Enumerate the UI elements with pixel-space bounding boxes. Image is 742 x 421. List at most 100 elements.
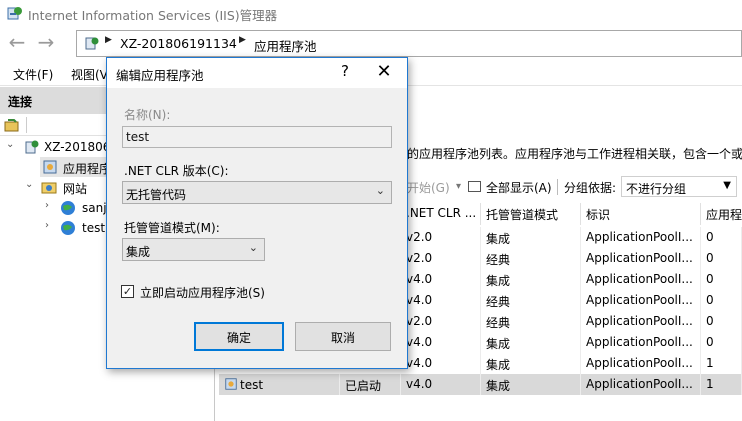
dropdown-arrow-icon: ▼ — [723, 180, 731, 191]
breadcrumb-separator-icon: ▶ — [239, 35, 246, 45]
cell-apps: 0 — [701, 290, 742, 311]
cell-identity: ApplicationPoolI... — [581, 374, 701, 395]
app-pool-icon — [225, 378, 237, 390]
server-icon — [25, 140, 39, 154]
cell-apps: 1 — [701, 353, 742, 374]
menu-file[interactable]: 文件(F) — [13, 66, 53, 83]
tree-label-sites: 网站 — [63, 182, 88, 196]
help-icon[interactable]: ? — [335, 62, 355, 80]
menu-view[interactable]: 视图(V — [71, 66, 108, 83]
cell-apps: 0 — [701, 311, 742, 332]
cell-mode: 集成 — [481, 353, 581, 374]
cell-identity: ApplicationPoolI... — [581, 332, 701, 353]
cell-mode: 经典 — [481, 311, 581, 332]
go-dropdown-icon[interactable]: ▾ — [456, 181, 461, 192]
app-pool-icon — [43, 160, 57, 174]
forward-arrow-icon[interactable]: → — [34, 31, 58, 55]
cell-identity: ApplicationPoolI... — [581, 311, 701, 332]
cell-clr: v4.0 — [401, 269, 481, 290]
cell-clr: v4.0 — [401, 290, 481, 311]
sites-folder-icon — [41, 182, 57, 194]
cell-clr: v2.0 — [401, 227, 481, 248]
globe-icon — [61, 221, 75, 235]
collapse-chevron-icon[interactable]: ⌄ — [6, 139, 14, 150]
cancel-button[interactable]: 取消 — [295, 322, 391, 351]
cell-identity: ApplicationPoolI... — [581, 248, 701, 269]
filter-divider — [557, 179, 558, 195]
cell-identity: ApplicationPoolI... — [581, 290, 701, 311]
close-icon[interactable]: ✕ — [372, 61, 396, 83]
cell-apps: 0 — [701, 248, 742, 269]
chevron-down-icon: ⌄ — [375, 184, 385, 197]
column-header-pipeline[interactable]: 托管管道模式 — [481, 203, 581, 225]
cell-clr: v4.0 — [401, 353, 481, 374]
breadcrumb-server[interactable]: XZ-201806191134 — [120, 36, 237, 51]
cell-mode: 集成 — [481, 269, 581, 290]
cell-identity: ApplicationPoolI... — [581, 353, 701, 374]
back-arrow-icon[interactable]: ← — [5, 31, 29, 55]
ok-button[interactable]: 确定 — [194, 322, 284, 351]
cell-clr: v2.0 — [401, 311, 481, 332]
edit-app-pool-dialog: 编辑应用程序池 ? ✕ 名称(N): test .NET CLR 版本(C): … — [106, 57, 408, 369]
cell-clr: v2.0 — [401, 248, 481, 269]
tree-label-app-pools: 应用程序 — [63, 162, 112, 176]
start-immediately-checkbox[interactable]: ✓ — [121, 285, 134, 298]
clr-version-label: .NET CLR 版本(C): — [124, 164, 229, 178]
cell-mode: 集成 — [481, 332, 581, 353]
start-immediately-label[interactable]: 立即启动应用程序池(S) — [140, 284, 265, 301]
filter-bar: 开始(G) ▾ 全部显示(A) 分组依据: 不进行分组 ▼ — [395, 175, 742, 199]
column-header-clr[interactable]: .NET CLR ... — [401, 203, 481, 225]
show-all-icon — [468, 181, 481, 192]
table-row[interactable]: test 已启动 v4.0 集成 ApplicationPoolI... 1 — [219, 374, 742, 395]
tree-label-site: sanj — [82, 201, 107, 215]
chevron-down-icon: ⌄ — [248, 241, 258, 254]
window-titlebar: Internet Information Services (IIS)管理器 — [0, 0, 742, 28]
column-header-identity[interactable]: 标识 — [581, 203, 701, 225]
expand-chevron-icon[interactable]: › — [45, 220, 49, 231]
tree-label-site: test — [82, 221, 106, 235]
cell-clr: v4.0 — [401, 374, 481, 395]
collapse-chevron-icon[interactable]: ⌄ — [25, 179, 33, 190]
page-description: 上的应用程序池列表。应用程序池与工作进程相关联，包含一个或 — [395, 147, 742, 161]
cell-apps: 0 — [701, 332, 742, 353]
toolbar-divider — [26, 117, 27, 133]
clr-version-select[interactable]: 无托管代码 ⌄ — [122, 181, 392, 204]
globe-icon — [61, 201, 75, 215]
pipeline-mode-label: 托管管道模式(M): — [124, 221, 220, 235]
dialog-titlebar: 编辑应用程序池 ? ✕ — [107, 58, 407, 88]
clr-version-value: 无托管代码 — [126, 188, 187, 202]
breadcrumb[interactable]: ▶ XZ-201806191134 ▶ 应用程序池 — [76, 30, 742, 57]
pipeline-mode-select[interactable]: 集成 ⌄ — [122, 238, 265, 261]
breadcrumb-separator-icon: ▶ — [105, 35, 112, 45]
cell-name: test — [219, 374, 340, 395]
group-by-select[interactable]: 不进行分组 ▼ — [621, 176, 737, 197]
cell-mode: 经典 — [481, 248, 581, 269]
cell-clr: v4.0 — [401, 332, 481, 353]
show-all-button[interactable]: 全部显示(A) — [486, 179, 552, 196]
address-bar: ← → ▶ XZ-201806191134 ▶ 应用程序池 — [0, 28, 742, 60]
cell-mode: 集成 — [481, 227, 581, 248]
expand-chevron-icon[interactable]: › — [45, 200, 49, 211]
cell-identity: ApplicationPoolI... — [581, 269, 701, 290]
window-title: Internet Information Services (IIS)管理器 — [28, 8, 278, 23]
server-node-icon — [85, 37, 99, 50]
cell-apps: 1 — [701, 374, 742, 395]
name-field: test — [122, 126, 392, 148]
cell-status: 已启动 — [340, 374, 401, 395]
tree-label-server: XZ-201806 — [44, 140, 111, 154]
cell-apps: 0 — [701, 269, 742, 290]
dialog-title: 编辑应用程序池 — [116, 68, 204, 83]
pipeline-mode-value: 集成 — [126, 245, 151, 259]
column-header-apps[interactable]: 应用程 — [701, 203, 742, 225]
new-connection-icon[interactable] — [4, 117, 20, 133]
cell-mode: 集成 — [481, 374, 581, 395]
cell-apps: 0 — [701, 227, 742, 248]
iis-app-icon — [7, 7, 22, 20]
go-button[interactable]: 开始(G) — [407, 179, 450, 196]
name-label: 名称(N): — [124, 108, 171, 122]
cell-mode: 经典 — [481, 290, 581, 311]
pool-name: test — [240, 378, 264, 392]
breadcrumb-app-pools[interactable]: 应用程序池 — [254, 36, 317, 55]
group-by-label: 分组依据: — [564, 181, 617, 195]
cell-identity: ApplicationPoolI... — [581, 227, 701, 248]
